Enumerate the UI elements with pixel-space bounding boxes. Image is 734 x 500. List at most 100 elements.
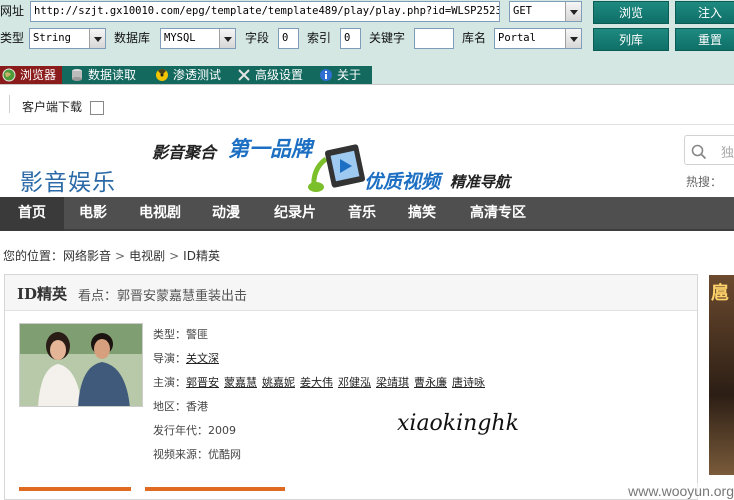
reset-button[interactable]: 重置 [675,28,734,51]
breadcrumb-item[interactable]: 网络影音 [63,249,111,263]
tagline: 看点：郭晋安蒙嘉慧重装出击 [78,289,248,304]
type-select[interactable]: String [29,28,106,49]
detail-header: ID精英 看点：郭晋安蒙嘉慧重装出击 [5,275,697,311]
director-link[interactable]: 关文深 [186,352,219,365]
search-placeholder: 独 [721,146,734,161]
director-label: 导演： [153,352,186,365]
cast-label: 主演： [153,376,186,389]
side-poster-text: 扈 [711,283,729,304]
source-value: 优酷网 [208,448,241,461]
browse-button[interactable]: 浏览 [593,1,669,24]
field-input[interactable]: 0 [278,28,299,49]
banner-text: 优质视频 [364,171,441,193]
poster-image[interactable] [19,323,143,407]
source-tab[interactable] [145,487,285,491]
cast-link[interactable]: 邓健泓 [338,376,371,389]
nav-anime[interactable]: 动漫 [196,197,256,231]
tab-label: 高级设置 [255,68,304,82]
hot-search-label: 热搜： [686,175,723,189]
type-label: 类型： [153,328,186,341]
cast-link[interactable]: 唐诗咏 [452,376,485,389]
info-icon [320,69,332,81]
side-poster[interactable]: 扈 [709,275,734,475]
dbname-label: 库名 [462,31,487,45]
chevron-right-icon: > [169,249,180,263]
nav-tv[interactable]: 电视剧 [126,197,194,231]
breadcrumb: 您的位置：网络影音 > 电视剧 > ID精英 [3,247,220,264]
tab-pentest[interactable]: 渗透测试 [153,66,231,84]
site-search-input[interactable]: 独 [684,135,734,165]
tab-label: 关于 [337,68,362,82]
db-label: 数据库 [114,31,151,45]
region-label: 地区： [153,400,186,413]
tools-icon [238,69,250,81]
browser-panel: 客户端下载 影音娱乐 影音聚合 第一品牌 优质视频 精准导航 独 热搜： 首页 … [0,84,734,500]
dbname-value: Portal [498,32,536,44]
source-label: 视频来源： [153,448,208,461]
year-row: 发行年代：2009 [153,422,236,438]
tab-data-read[interactable]: 数据读取 [68,66,148,84]
url-label: 网址 [0,4,25,18]
database-icon [72,69,82,81]
nav-documentary[interactable]: 纪录片 [262,197,328,231]
banner-text: 精准导航 [450,173,511,191]
index-input[interactable]: 0 [340,28,361,49]
tool-chrome: 网址 http://szjt.gx10010.com/epg/template/… [0,0,734,84]
tab-advanced[interactable]: 高级设置 [235,66,313,84]
tab-about[interactable]: 关于 [317,66,372,84]
type-value: 警匪 [186,328,208,341]
keyword-label: 关键字 [369,31,406,45]
cast-link[interactable]: 姚嘉妮 [262,376,295,389]
cast-row: 主演：郭晋安 蒙嘉慧 姚嘉妮 姜大伟 邓健泓 梁靖琪 曹永廉 唐诗咏 [153,374,490,390]
type-value: String [33,32,71,44]
download-label[interactable]: 客户端下载 [22,98,82,115]
banner-text: 影音聚合 [152,143,217,162]
type-row: 类型：警匪 [153,326,208,342]
chevron-down-icon [219,29,235,48]
detail-panel: ID精英 看点：郭晋安蒙嘉慧重装出击 类型：警匪 导演：关文深 主演：郭晋安 蒙嘉… [4,274,698,500]
chevron-down-icon [89,29,105,48]
cast-link[interactable]: 蒙嘉慧 [224,376,257,389]
site-logo[interactable]: 影音娱乐 [20,163,116,197]
search-icon[interactable] [691,144,707,160]
download-checkbox[interactable] [90,101,104,115]
poster-photo [20,324,142,406]
nav-funny[interactable]: 搞笑 [394,197,450,231]
year-value: 2009 [208,424,236,437]
cast-link[interactable]: 曹永廉 [414,376,447,389]
nav-music[interactable]: 音乐 [334,197,390,231]
nav-home[interactable]: 首页 [0,197,64,231]
chevron-down-icon [565,2,581,21]
cast-link[interactable]: 郭晋安 [186,376,219,389]
download-bar: 客户端下载 [0,85,734,125]
list-db-button[interactable]: 列库 [593,28,669,51]
breadcrumb-item[interactable]: 电视剧 [129,249,165,263]
source-row: 视频来源：优酷网 [153,446,241,462]
tab-browser[interactable]: 浏览器 [0,66,62,84]
inject-button[interactable]: 注入 [675,1,734,24]
url-input[interactable]: http://szjt.gx10010.com/epg/template/tem… [30,1,500,22]
cast-link[interactable]: 姜大伟 [300,376,333,389]
db-value: MYSQL [164,32,196,44]
banner-text: 第一品牌 [228,136,312,161]
footer-watermark: www.wooyun.org [622,483,734,499]
cast-link[interactable]: 梁靖琪 [376,376,409,389]
site-banner: 影音聚合 第一品牌 优质视频 精准导航 [146,127,528,197]
nav-hd[interactable]: 高清专区 [458,197,538,231]
site-nav: 首页 电影 电视剧 动漫 纪录片 音乐 搞笑 高清专区 [0,197,734,231]
dbname-select[interactable]: Portal [494,28,582,49]
index-label: 索引 [307,31,332,45]
radiation-icon [156,69,168,81]
region-value: 香港 [186,400,208,413]
globe-icon [2,68,16,82]
tab-label: 浏览器 [20,68,57,82]
source-tab[interactable] [19,487,131,491]
signature-overlay: xiaokinghk [397,411,519,436]
page-title: ID精英 [17,285,68,303]
breadcrumb-prefix: 您的位置： [3,249,64,263]
nav-movie[interactable]: 电影 [66,197,120,231]
method-select[interactable]: GET [509,1,582,22]
keyword-input[interactable] [414,28,454,49]
db-select[interactable]: MYSQL [160,28,236,49]
field-label: 字段 [245,31,270,45]
